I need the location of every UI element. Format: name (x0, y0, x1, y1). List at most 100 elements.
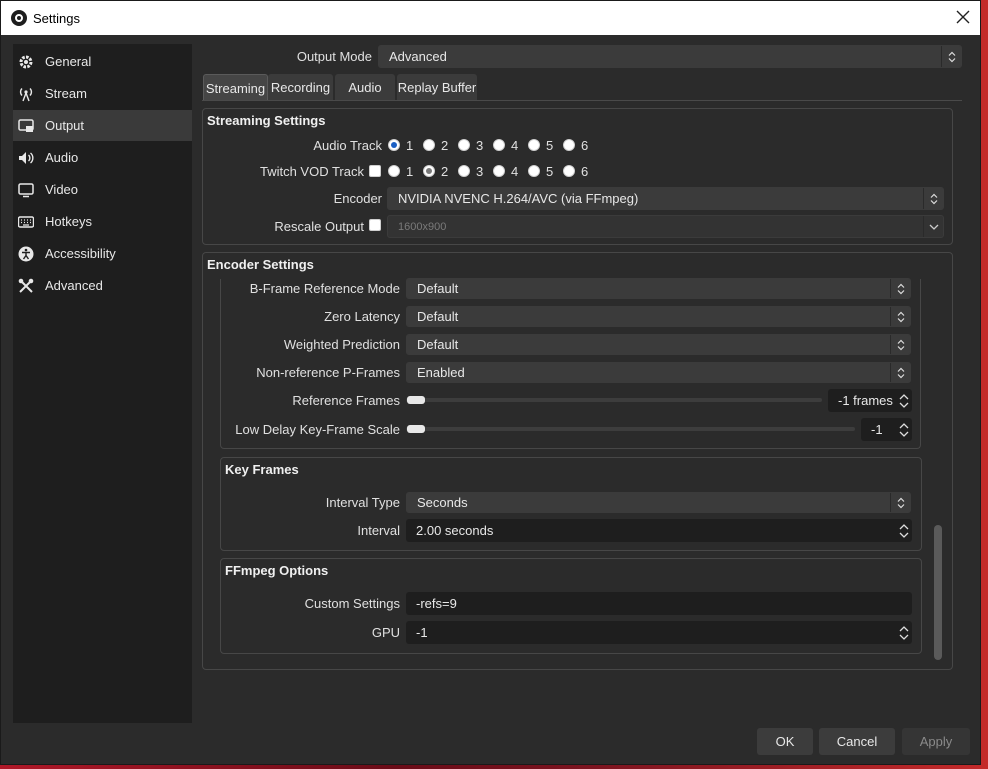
low-delay-label: Low Delay Key-Frame Scale (235, 422, 400, 437)
close-icon (956, 10, 970, 24)
output-icon (18, 118, 34, 134)
radio-label: 6 (581, 164, 589, 179)
apply-button[interactable]: Apply (902, 728, 970, 755)
cancel-button-label: Cancel (836, 734, 878, 749)
bframe-ref-label: B-Frame Reference Mode (249, 281, 400, 296)
tab-streaming[interactable]: Streaming (203, 74, 268, 101)
interval-spinbox[interactable]: 2.00 seconds (406, 519, 912, 542)
audio-track-radio-3[interactable] (458, 139, 470, 151)
accessibility-icon (18, 246, 34, 262)
close-button[interactable] (947, 5, 979, 31)
radio-label: 5 (546, 138, 554, 153)
cancel-button[interactable]: Cancel (819, 728, 895, 755)
spin-arrows-icon[interactable] (896, 519, 912, 542)
zero-latency-value: Default (417, 309, 459, 324)
reference-frames-slider-handle[interactable] (407, 396, 425, 404)
updown-arrow-icon (923, 188, 943, 209)
scrollbar-thumb[interactable] (934, 525, 942, 660)
sidebar-item-stream[interactable]: Stream (13, 78, 192, 109)
audio-track-radio-6[interactable] (563, 139, 575, 151)
bframe-ref-select[interactable]: Default (406, 278, 911, 299)
output-mode-label: Output Mode (296, 49, 372, 64)
sidebar-item-hotkeys[interactable]: Hotkeys (13, 206, 192, 237)
apply-button-label: Apply (919, 734, 953, 749)
sidebar-item-audio[interactable]: Audio (13, 142, 192, 173)
obs-logo-icon (11, 10, 27, 26)
audio-track-label: Audio Track (313, 138, 382, 153)
weighted-prediction-label: Weighted Prediction (283, 337, 400, 352)
title-bar: Settings (1, 1, 980, 35)
output-mode-select[interactable]: Advanced (378, 45, 962, 68)
tab-replay-buffer[interactable]: Replay Buffer (397, 74, 477, 100)
gpu-spinbox[interactable]: -1 (406, 621, 912, 644)
low-delay-slider[interactable] (406, 427, 855, 431)
audio-track-radio-1[interactable] (388, 139, 400, 151)
sidebar-item-general[interactable]: General (13, 46, 192, 77)
tools-icon (18, 278, 34, 294)
tab-audio[interactable]: Audio (335, 74, 395, 100)
audio-track-radio-4[interactable] (493, 139, 505, 151)
low-delay-spinbox[interactable]: -1 (861, 418, 912, 441)
encoder-select[interactable]: NVIDIA NVENC H.264/AVC (via FFmpeg) (387, 187, 944, 210)
encoder-settings-title: Encoder Settings (207, 257, 314, 272)
twitch-vod-checkbox[interactable] (369, 165, 381, 177)
rescale-resolution-select[interactable]: 1600x900 (387, 215, 944, 238)
updown-arrow-icon (890, 335, 910, 354)
updown-arrow-icon (890, 279, 910, 298)
low-delay-value: -1 (871, 422, 883, 437)
weighted-prediction-select[interactable]: Default (406, 334, 911, 355)
twitch-vod-radio-1[interactable] (388, 165, 400, 177)
sidebar-item-video[interactable]: Video (13, 174, 192, 205)
twitch-vod-radio-3[interactable] (458, 165, 470, 177)
custom-settings-input[interactable]: -refs=9 (406, 592, 912, 615)
sidebar-item-label: Stream (45, 86, 87, 101)
spin-arrows-icon[interactable] (896, 418, 912, 441)
updown-arrow-icon (890, 493, 910, 512)
sidebar-item-label: Output (45, 118, 85, 133)
low-delay-slider-handle[interactable] (407, 425, 425, 433)
tab-label: Streaming (205, 80, 266, 96)
sidebar-item-advanced[interactable]: Advanced (13, 270, 192, 301)
audio-track-radio-2[interactable] (423, 139, 435, 151)
window-title: Settings (33, 11, 80, 26)
interval-label: Interval (357, 523, 400, 538)
sidebar-item-label: Advanced (45, 278, 103, 293)
ok-button[interactable]: OK (757, 728, 813, 755)
twitch-vod-radio-5[interactable] (528, 165, 540, 177)
sidebar-item-output[interactable]: Output (13, 110, 192, 141)
sidebar-item-label: Hotkeys (45, 214, 92, 229)
key-frames-title: Key Frames (225, 462, 299, 477)
radio-label: 2 (441, 164, 449, 179)
twitch-vod-radio-2[interactable] (423, 165, 435, 177)
radio-label: 3 (476, 164, 484, 179)
zero-latency-select[interactable]: Default (406, 306, 911, 327)
reference-frames-slider[interactable] (406, 398, 822, 402)
sidebar-item-label: General (45, 54, 92, 69)
zero-latency-label: Zero Latency (324, 309, 400, 324)
twitch-vod-radio-6[interactable] (563, 165, 575, 177)
custom-settings-value: -refs=9 (416, 596, 457, 611)
sidebar: General Stream Output Audio Video Hotkey… (13, 44, 192, 723)
nonref-pframes-value: Enabled (417, 365, 465, 380)
reference-frames-spinbox[interactable]: -1 frames (828, 389, 912, 412)
sidebar-item-accessibility[interactable]: Accessibility (13, 238, 192, 269)
tab-label: Recording (270, 79, 331, 95)
spin-arrows-icon[interactable] (896, 389, 912, 412)
rescale-output-checkbox[interactable] (369, 219, 381, 231)
updown-arrow-icon (890, 307, 910, 326)
ffmpeg-options-title: FFmpeg Options (225, 563, 329, 578)
ok-button-label: OK (775, 734, 795, 749)
twitch-vod-radio-4[interactable] (493, 165, 505, 177)
radio-label: 6 (581, 138, 589, 153)
tab-recording[interactable]: Recording (268, 74, 333, 100)
rescale-resolution-value: 1600x900 (398, 220, 447, 233)
audio-track-radio-5[interactable] (528, 139, 540, 151)
reference-frames-value: -1 frames (838, 393, 893, 408)
radio-label: 3 (476, 138, 484, 153)
spin-arrows-icon[interactable] (896, 621, 912, 644)
interval-type-select[interactable]: Seconds (406, 492, 911, 513)
keyboard-icon (18, 214, 34, 230)
sidebar-item-label: Video (45, 182, 79, 197)
nonref-pframes-select[interactable]: Enabled (406, 362, 911, 383)
bframe-ref-value: Default (417, 281, 459, 296)
